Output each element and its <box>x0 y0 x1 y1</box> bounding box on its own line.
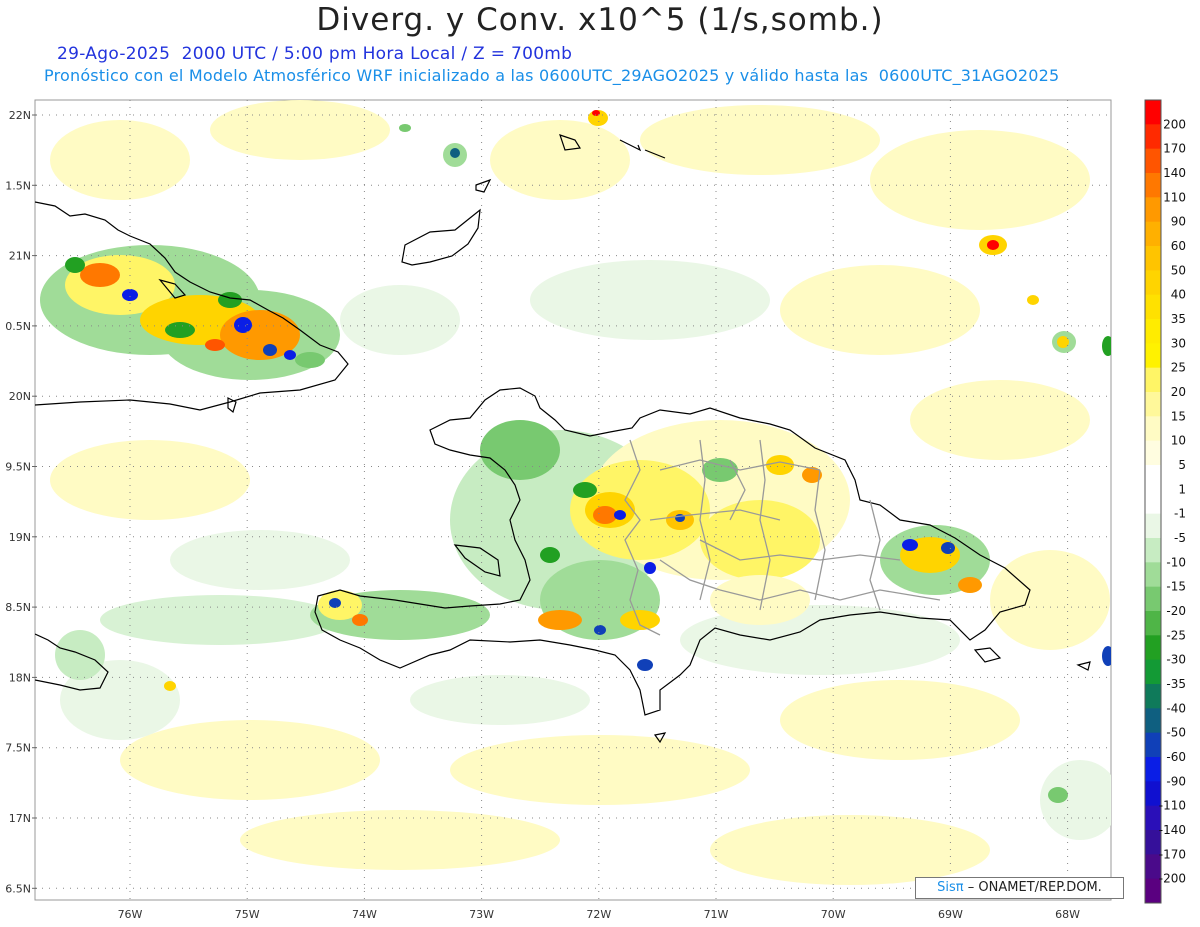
colorbar-swatch <box>1145 173 1161 198</box>
lat-label: 0.5N <box>5 320 31 333</box>
colorbar-swatch <box>1145 708 1161 734</box>
colorbar-label: -1 <box>1174 507 1186 521</box>
colorbar-swatch <box>1145 635 1161 661</box>
colorbar-label: -15 <box>1166 580 1186 594</box>
model-run-subtitle: Pronóstico con el Modelo Atmosférico WRF… <box>44 66 1060 85</box>
colorbar-swatch <box>1145 611 1161 636</box>
lat-label: 1.5N <box>5 179 31 192</box>
colorbar-label: 90 <box>1171 215 1186 229</box>
lon-label: 69W <box>938 908 963 921</box>
colorbar-swatch <box>1145 221 1161 247</box>
colorbar-label: 15 <box>1171 409 1186 423</box>
map-title: Diverg. y Conv. x10^5 (1/s,somb.) <box>316 2 884 38</box>
colorbar-label: -170 <box>1159 847 1186 861</box>
lat-label: 8.5N <box>5 601 31 614</box>
colorbar-swatch <box>1145 367 1161 393</box>
lon-label: 74W <box>352 908 377 921</box>
colorbar-label: 170 <box>1163 142 1186 156</box>
lat-label: 6.5N <box>5 882 31 895</box>
colorbar-label: -50 <box>1166 726 1186 740</box>
colorbar-label: 110 <box>1163 190 1186 204</box>
credit-brand: Sisπ <box>937 880 964 895</box>
colorbar-label: -200 <box>1159 872 1186 886</box>
lat-label: 17N <box>9 812 31 825</box>
longitude-labels: 76W 75W 74W 73W 72W 71W 70W 69W 68W <box>118 908 1081 921</box>
colorbar-label: -60 <box>1166 750 1186 764</box>
lat-label: 22N <box>9 109 31 122</box>
colorbar-label: 1 <box>1178 482 1186 496</box>
colorbar: 200 170 140 110 90 60 50 40 35 30 25 20 15 10 5 1 -1 -5 -1… <box>1144 99 1186 904</box>
lon-label: 73W <box>469 908 494 921</box>
colorbar-swatch <box>1145 197 1161 223</box>
colorbar-label: 5 <box>1178 458 1186 472</box>
colorbar-label: -140 <box>1159 823 1186 837</box>
colorbar-label: 140 <box>1163 166 1186 180</box>
colorbar-swatch <box>1145 440 1161 466</box>
credit-text: – ONAMET/REP.DOM. <box>967 880 1102 895</box>
colorbar-label: -90 <box>1166 774 1186 788</box>
colorbar-swatch <box>1145 489 1161 515</box>
valid-time-subtitle: 29-Ago-2025 2000 UTC / 5:00 pm Hora Loca… <box>57 44 573 64</box>
colorbar-label: -25 <box>1166 628 1186 642</box>
colorbar-label: -110 <box>1159 799 1186 813</box>
lon-label: 70W <box>821 908 846 921</box>
colorbar-label: 25 <box>1171 361 1186 375</box>
lat-label: 18N <box>9 671 31 684</box>
lat-label: 21N <box>9 250 31 263</box>
colorbar-label: -30 <box>1166 653 1186 667</box>
colorbar-label: -5 <box>1174 531 1186 545</box>
lat-label: 20N <box>9 390 31 403</box>
credit-box: Sisπ – ONAMET/REP.DOM. <box>915 877 1124 899</box>
colorbar-label: 40 <box>1171 288 1186 302</box>
lon-label: 71W <box>704 908 729 921</box>
colorbar-label: 60 <box>1171 239 1186 253</box>
colorbar-swatch <box>1145 270 1161 296</box>
lon-label: 76W <box>118 908 143 921</box>
colorbar-swatch <box>1145 586 1161 612</box>
colorbar-swatch <box>1145 246 1161 271</box>
colorbar-swatch <box>1145 465 1161 490</box>
latitude-labels: 22N 1.5N 21N 0.5N 20N 9.5N 19N 8.5N 18N 7.5N 17N 6.… <box>5 109 37 895</box>
colorbar-swatch <box>1145 124 1161 150</box>
colorbar-label: 20 <box>1171 385 1186 399</box>
colorbar-swatch <box>1145 392 1161 417</box>
colorbar-swatch <box>1145 294 1161 320</box>
colorbar-swatch <box>1145 148 1161 174</box>
colorbar-swatch <box>1145 513 1161 539</box>
lat-label: 9.5N <box>5 461 31 474</box>
colorbar-label: -10 <box>1166 555 1186 569</box>
lon-label: 72W <box>586 908 611 921</box>
lat-label: 7.5N <box>5 742 31 755</box>
colorbar-swatch <box>1145 319 1161 344</box>
colorbar-swatch <box>1145 538 1161 563</box>
colorbar-label: -20 <box>1166 604 1186 618</box>
lat-label: 19N <box>9 531 31 544</box>
lon-label: 75W <box>235 908 260 921</box>
colorbar-swatch <box>1145 659 1161 685</box>
colorbar-swatch <box>1145 732 1161 758</box>
colorbar-label: 30 <box>1171 336 1186 350</box>
colorbar-swatch <box>1145 343 1161 369</box>
colorbar-label: -40 <box>1166 701 1186 715</box>
colorbar-swatch <box>1145 562 1161 588</box>
lon-label: 68W <box>1055 908 1080 921</box>
colorbar-label: 200 <box>1163 117 1186 131</box>
forecast-map: 22N 1.5N 21N 0.5N 20N 9.5N 19N 8.5N 18N 7.5N 17N 6.… <box>5 99 1186 921</box>
colorbar-label: -35 <box>1166 677 1186 691</box>
colorbar-label: 10 <box>1171 434 1186 448</box>
colorbar-label: 50 <box>1171 263 1186 277</box>
colorbar-swatch <box>1145 100 1161 125</box>
colorbar-swatch <box>1145 416 1161 442</box>
colorbar-swatch <box>1145 757 1161 782</box>
colorbar-label: 35 <box>1171 312 1186 326</box>
colorbar-swatch <box>1145 684 1161 709</box>
